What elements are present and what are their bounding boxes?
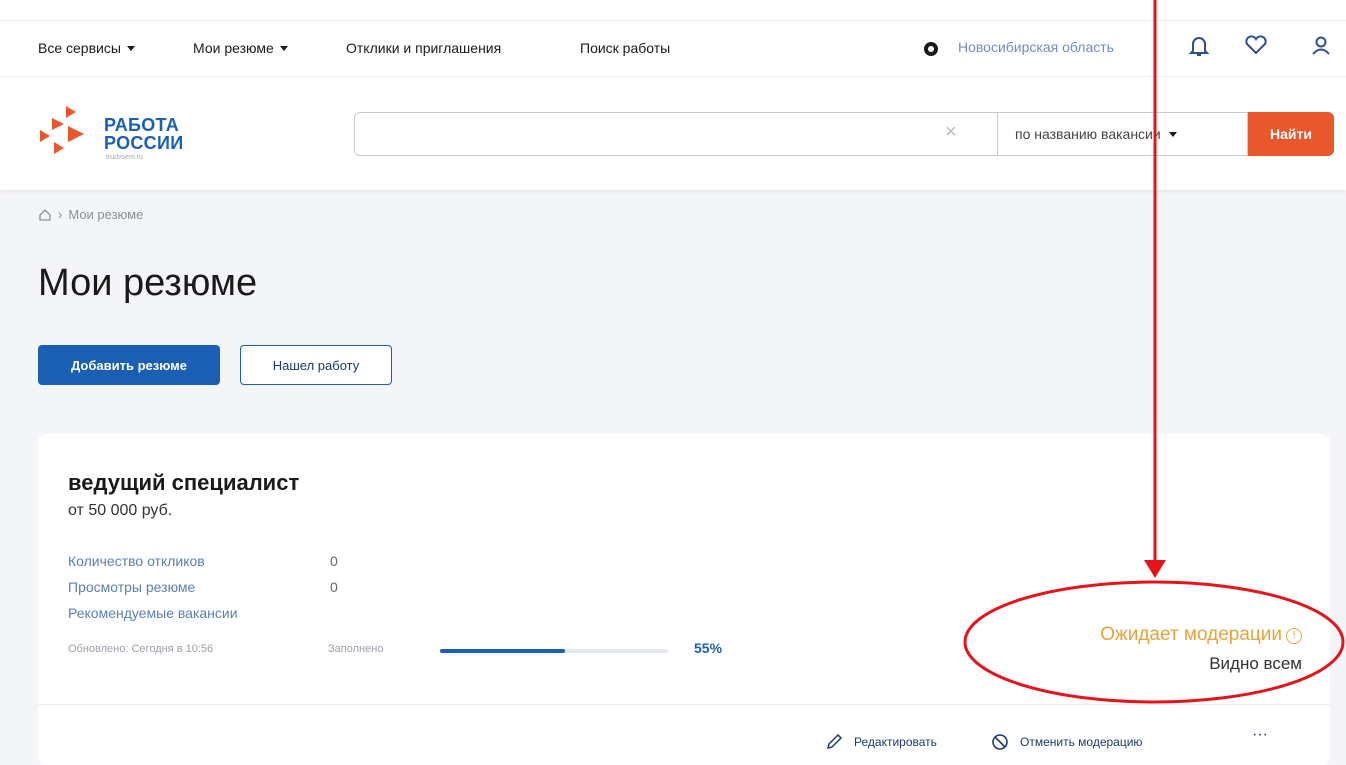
search-input[interactable] (365, 121, 925, 147)
logo-line-1: РАБОТА (104, 115, 180, 135)
nav-label: Мои резюме (193, 40, 274, 56)
search-button[interactable]: Найти (1248, 112, 1334, 156)
stat-responses-label[interactable]: Количество откликов (68, 553, 205, 569)
eye-icon[interactable] (924, 42, 938, 56)
stat-recommended-label[interactable]: Рекомендуемые вакансии (68, 605, 238, 621)
caret-down-icon (1168, 131, 1177, 137)
logo-line-2: РОССИИ (104, 133, 184, 153)
nav-all-services[interactable]: Все сервисы (38, 40, 135, 56)
logo-text[interactable]: РАБОТА РОССИИ (104, 116, 183, 152)
home-icon[interactable] (38, 208, 52, 222)
search-mode-select[interactable]: по названию вакансии (1015, 126, 1177, 142)
visibility-text: Видно всем (1209, 654, 1302, 673)
warning-icon[interactable]: ! (1286, 628, 1302, 644)
search-mode-label: по названию вакансии (1015, 126, 1161, 142)
filled-progress-bar (440, 649, 668, 653)
breadcrumb-separator: › (58, 207, 63, 222)
add-resume-button[interactable]: Добавить резюме (38, 345, 220, 385)
logo-subtitle: trudvsem.ru (106, 154, 143, 161)
stat-responses-value: 0 (330, 553, 338, 569)
progress-fill (440, 649, 566, 653)
status-text: Ожидает модерации (1100, 624, 1282, 645)
logo-mark[interactable] (38, 104, 94, 162)
nav-job-search[interactable]: Поиск работы (580, 40, 670, 56)
breadcrumb-current: Мои резюме (68, 207, 144, 222)
cancel-icon (992, 734, 1008, 750)
resume-salary: от 50 000 руб. (68, 502, 173, 519)
nav-my-resumes[interactable]: Мои резюме (193, 40, 288, 56)
nav-responses-invitations[interactable]: Отклики и приглашения (346, 40, 501, 56)
bell-icon[interactable] (1186, 34, 1212, 62)
search-box: × по названию вакансии (354, 112, 1248, 156)
more-options-button[interactable]: ··· (1252, 726, 1268, 744)
updated-text: Обновлено: Сегодня в 10:56 (68, 643, 214, 655)
cancel-moderation-label: Отменить модерацию (1020, 735, 1143, 749)
nav-label: Поиск работы (580, 40, 671, 56)
resume-card: ведущий специалист от 50 000 руб. Количе… (38, 434, 1330, 765)
edit-action[interactable]: Редактировать (824, 732, 937, 752)
heart-icon[interactable] (1243, 34, 1269, 62)
clear-icon[interactable]: × (945, 121, 957, 144)
pencil-icon (826, 733, 843, 750)
caret-down-icon (126, 45, 135, 51)
nav-label: Отклики и приглашения (346, 40, 502, 56)
caret-down-icon (279, 45, 288, 51)
edit-label: Редактировать (854, 735, 937, 749)
cancel-moderation-action[interactable]: Отменить модерацию (990, 732, 1142, 752)
breadcrumb: › Мои резюме (38, 207, 143, 222)
filled-percent: 55% (694, 640, 723, 656)
user-icon[interactable] (1308, 34, 1334, 62)
page-title: Мои резюме (38, 262, 258, 304)
found-job-button[interactable]: Нашел работу (240, 345, 392, 385)
region-selector[interactable]: Новосибирская область (958, 39, 1114, 55)
moderation-status: Ожидает модерации! (998, 624, 1302, 646)
resume-title[interactable]: ведущий специалист (68, 470, 299, 496)
nav-label: Все сервисы (38, 40, 121, 56)
filled-label: Заполнено (328, 643, 384, 655)
stat-views-label[interactable]: Просмотры резюме (68, 579, 195, 595)
stat-views-value: 0 (330, 579, 338, 595)
